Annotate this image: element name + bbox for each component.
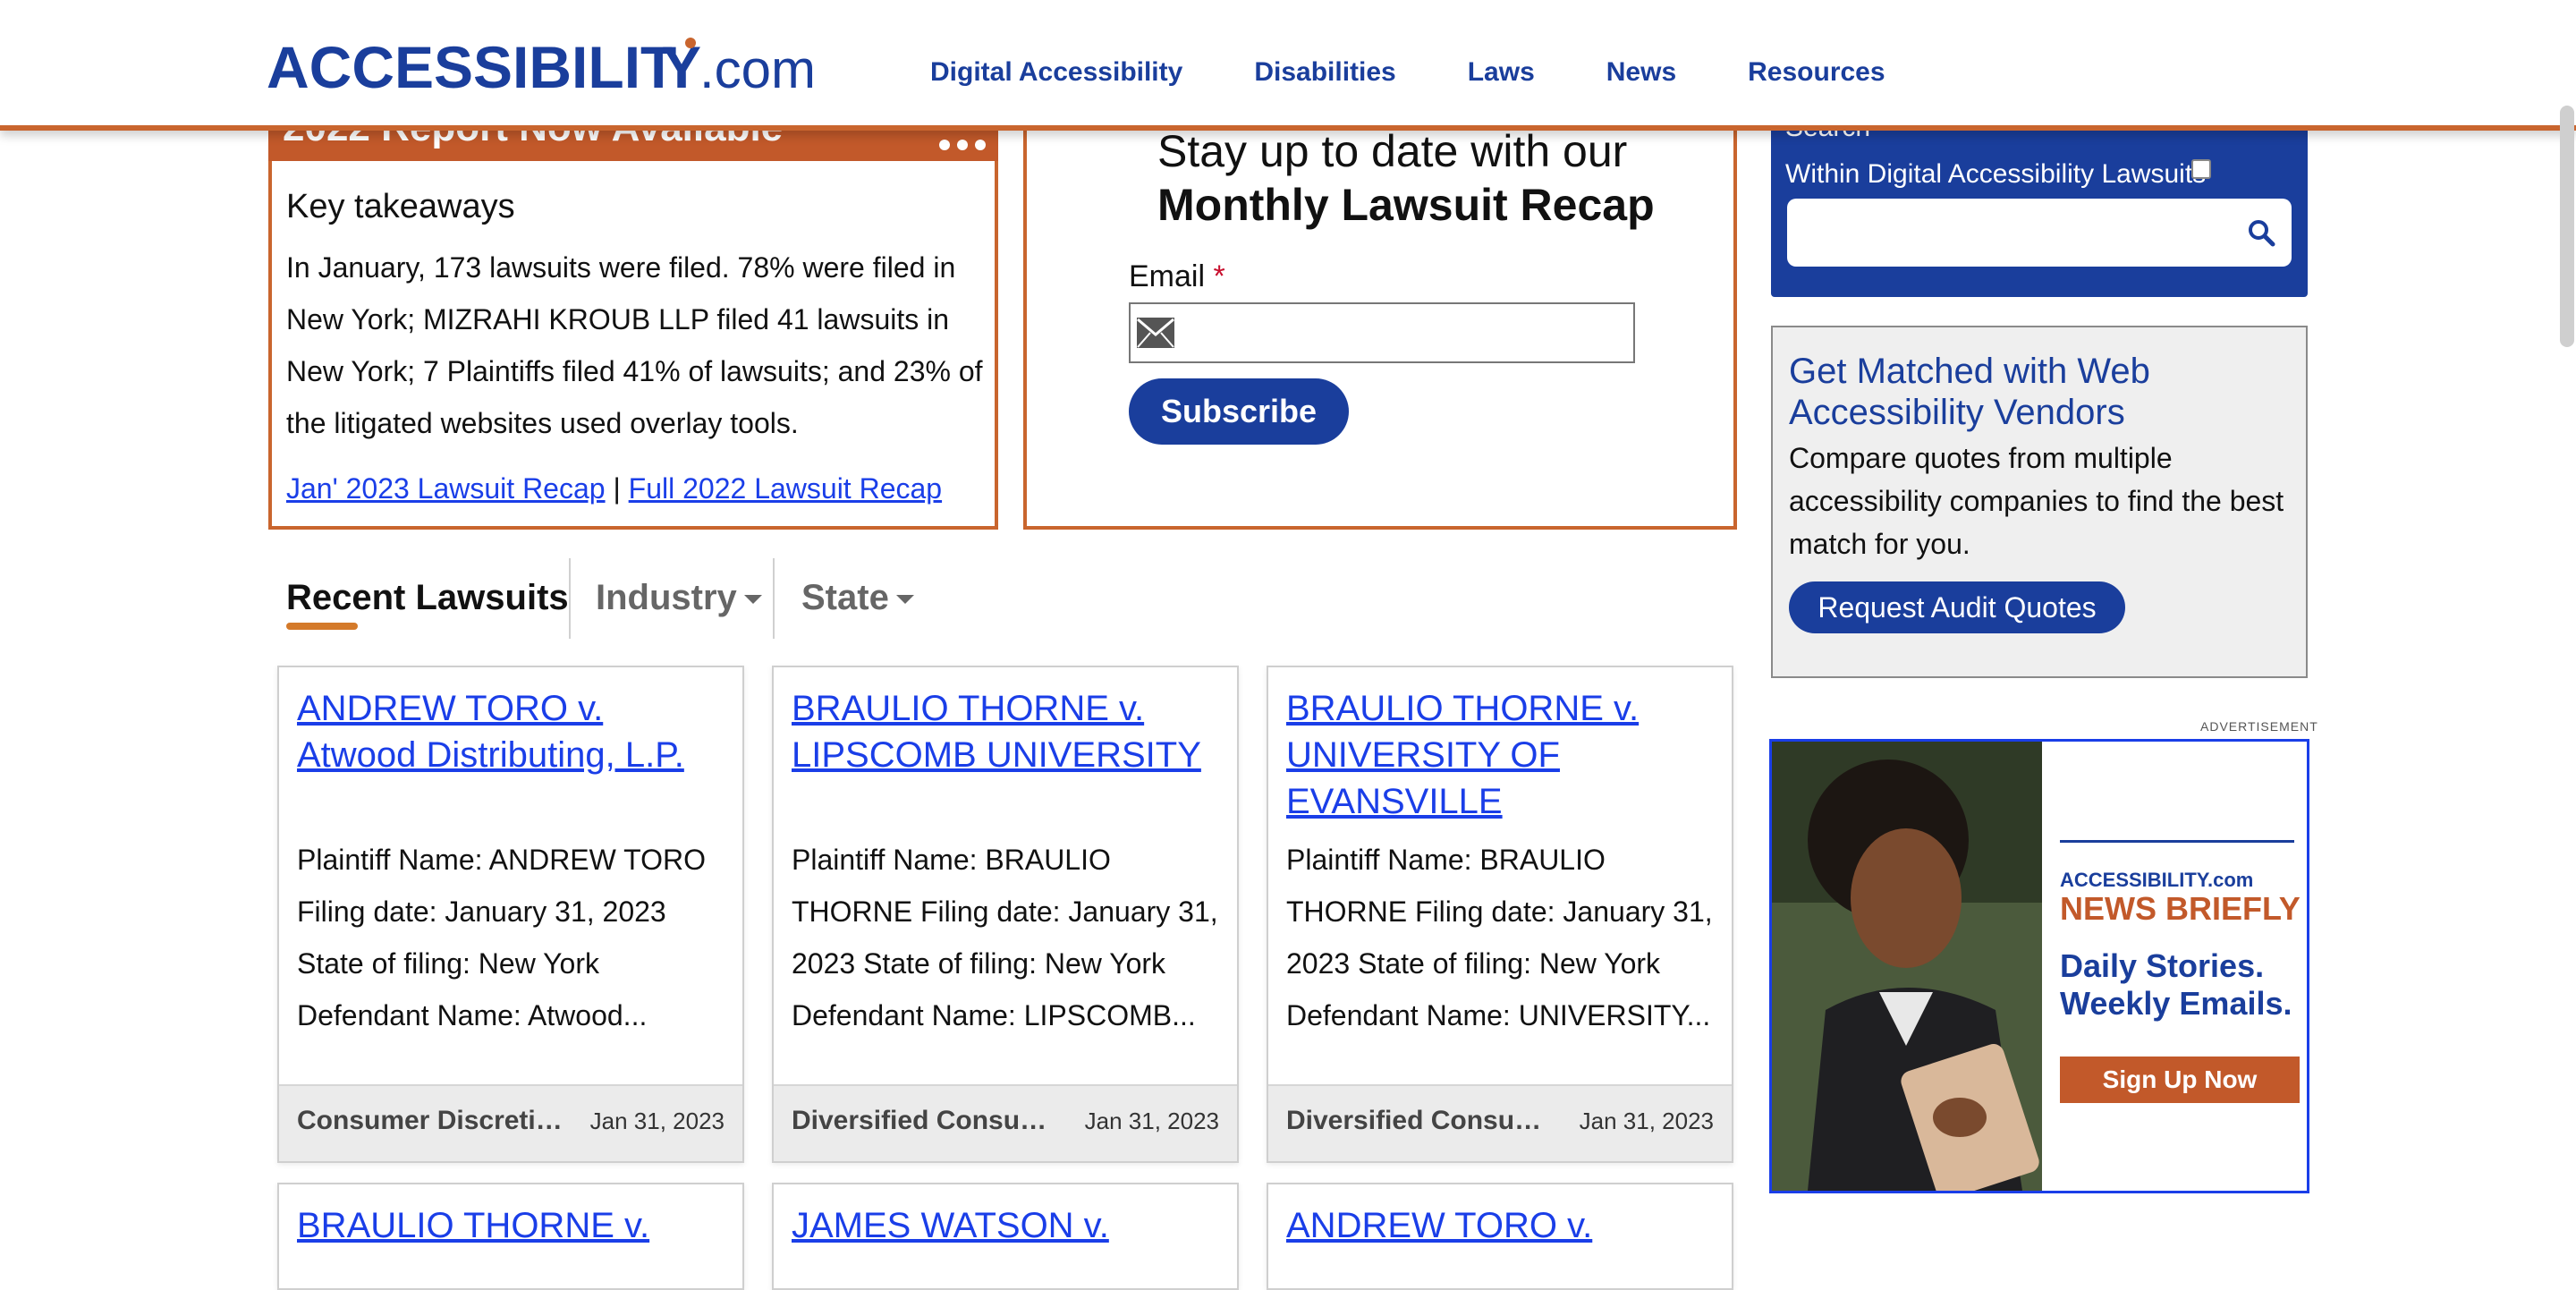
tab-divider	[773, 558, 775, 639]
dots-decoration-icon	[939, 140, 986, 150]
newsletter-box: Stay up to date with our Monthly Lawsuit…	[1023, 98, 1737, 530]
lawsuit-card: ANDREW TORO v.	[1267, 1183, 1733, 1290]
industry-category: Diversified Consumer Services	[1286, 1106, 1563, 1135]
subscribe-button[interactable]: Subscribe	[1129, 378, 1349, 445]
ad-tagline: Daily Stories. Weekly Emails.	[2060, 947, 2292, 1022]
lawsuit-card: BRAULIO THORNE v. LIPSCOMB UNIVERSITY Pl…	[772, 666, 1239, 1163]
nav-laws[interactable]: Laws	[1468, 57, 1535, 88]
nav-digital-accessibility[interactable]: Digital Accessibility	[930, 57, 1182, 88]
tab-recent-lawsuits[interactable]: Recent Lawsuits	[286, 578, 569, 618]
industry-category: Diversified Consumer Services	[792, 1106, 1069, 1135]
key-takeaways-heading: Key takeaways	[286, 188, 515, 225]
filing-date: Jan 31, 2023	[1579, 1108, 1714, 1134]
svg-text:.com: .com	[699, 39, 812, 98]
card-footer: Diversified Consumer Services Jan 31, 20…	[1268, 1084, 1732, 1161]
email-label-text: Email	[1129, 259, 1206, 293]
filing-date: Jan 31, 2023	[589, 1108, 724, 1134]
lawsuit-title-link[interactable]: BRAULIO THORNE v. UNIVERSITY OF EVANSVIL…	[1286, 685, 1716, 825]
search-scope-checkbox[interactable]	[2191, 159, 2211, 179]
lawsuit-title-link[interactable]: ANDREW TORO v.	[1286, 1202, 1716, 1249]
nav-news[interactable]: News	[1606, 57, 1676, 88]
report-links: Jan' 2023 Lawsuit Recap | Full 2022 Laws…	[286, 472, 942, 505]
lawsuit-title-link[interactable]: BRAULIO THORNE v. LIPSCOMB UNIVERSITY	[792, 685, 1221, 778]
lawsuit-summary: Plaintiff Name: BRAULIO THORNE Filing da…	[792, 844, 1218, 1031]
advertisement-label: ADVERTISEMENT	[2200, 719, 2318, 734]
email-field[interactable]	[1129, 302, 1635, 363]
site-header: ACCESSIBILIT Y .com Digital Accessibilit…	[0, 0, 2576, 131]
tab-divider	[569, 558, 571, 639]
state-label: State	[801, 578, 889, 617]
nav-resources[interactable]: Resources	[1748, 57, 1885, 88]
newsletter-line1: Stay up to date with our	[1157, 126, 1628, 176]
email-label: Email *	[1129, 259, 1225, 294]
lawsuit-summary: Plaintiff Name: BRAULIO THORNE Filing da…	[1286, 844, 1713, 1031]
search-icon[interactable]	[2247, 218, 2275, 247]
lawsuit-search-panel: Search Within Digital Accessibility Laws…	[1771, 107, 2308, 297]
lawsuit-title-link[interactable]: ANDREW TORO v. Atwood Distributing, L.P.	[297, 685, 726, 778]
lawsuit-card: BRAULIO THORNE v. UNIVERSITY OF EVANSVIL…	[1267, 666, 1733, 1163]
tab-state-dropdown[interactable]: State	[801, 578, 914, 618]
vendor-heading[interactable]: Get Matched with Web Accessibility Vendo…	[1789, 351, 2272, 433]
svg-text:ACCESSIBILIT: ACCESSIBILIT	[267, 36, 676, 98]
ad-divider	[2060, 840, 2294, 843]
newsletter-line2: Monthly Lawsuit Recap	[1157, 180, 1655, 230]
envelope-icon	[1137, 318, 1174, 348]
vendor-match-box: Get Matched with Web Accessibility Vendo…	[1771, 326, 2308, 678]
card-footer: Consumer Discretionary Jan 31, 2023	[279, 1084, 742, 1161]
industry-label: Industry	[596, 578, 737, 617]
advertisement-banner[interactable]: ACCESSIBILITY.com NEWS BRIEFLY Daily Sto…	[1769, 739, 2309, 1193]
lawsuit-summary: Plaintiff Name: ANDREW TORO Filing date:…	[297, 844, 707, 1031]
full-2022-recap-link[interactable]: Full 2022 Lawsuit Recap	[629, 472, 942, 505]
report-summary: In January, 173 lawsuits were filed. 78%…	[286, 251, 983, 439]
caret-down-icon	[743, 595, 762, 605]
lawsuit-title-link[interactable]: JAMES WATSON v.	[792, 1202, 1221, 1249]
report-box: 2022 Report Now Available Key takeaways …	[268, 98, 998, 530]
industry-category: Consumer Discretionary	[297, 1106, 574, 1135]
search-input[interactable]	[1787, 199, 2292, 267]
site-logo[interactable]: ACCESSIBILIT Y .com	[267, 34, 816, 100]
scrollbar-thumb[interactable]	[2560, 106, 2574, 347]
required-mark: *	[1213, 259, 1225, 293]
main-nav: Digital Accessibility Disabilities Laws …	[930, 57, 1957, 88]
filing-date: Jan 31, 2023	[1084, 1108, 1219, 1134]
active-tab-indicator	[286, 623, 358, 630]
ad-photo	[1772, 742, 2042, 1191]
lawsuit-card: BRAULIO THORNE v.	[277, 1183, 744, 1290]
request-audit-quotes-button[interactable]: Request Audit Quotes	[1789, 581, 2125, 633]
card-footer: Diversified Consumer Services Jan 31, 20…	[774, 1084, 1237, 1161]
lawsuit-title-link[interactable]: BRAULIO THORNE v.	[297, 1202, 726, 1249]
lawsuit-card: JAMES WATSON v.	[772, 1183, 1239, 1290]
search-scope-label: Within Digital Accessibility Lawsuits	[1785, 159, 2207, 189]
tab-industry-dropdown[interactable]: Industry	[596, 578, 762, 618]
vendor-description: Compare quotes from multiple accessibili…	[1789, 442, 2284, 560]
jan-2023-recap-link[interactable]: Jan' 2023 Lawsuit Recap	[286, 472, 606, 505]
lawsuit-card: ANDREW TORO v. Atwood Distributing, L.P.…	[277, 666, 744, 1163]
nav-disabilities[interactable]: Disabilities	[1254, 57, 1395, 88]
caret-down-icon	[895, 595, 914, 605]
ad-brand: ACCESSIBILITY.com	[2060, 869, 2254, 891]
ad-headline: NEWS BRIEFLY	[2060, 890, 2301, 927]
ad-sign-up-button[interactable]: Sign Up Now	[2060, 1057, 2300, 1103]
link-separator: |	[613, 472, 621, 505]
